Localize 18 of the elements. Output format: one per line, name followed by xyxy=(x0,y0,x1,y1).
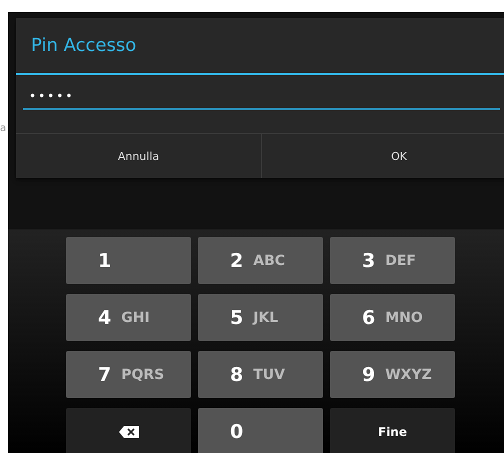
digit-key[interactable]: 8 TUV xyxy=(198,351,323,398)
digit-key[interactable]: 3 DEF xyxy=(330,237,455,284)
background-text: a xyxy=(0,122,8,136)
digit-key[interactable]: 5 JKL xyxy=(198,294,323,341)
backspace-icon xyxy=(118,426,138,438)
digit-key[interactable]: 9 WXYZ xyxy=(330,351,455,398)
digit-key[interactable]: 6 MNO xyxy=(330,294,455,341)
done-key[interactable]: Fine xyxy=(330,408,455,453)
cancel-button[interactable]: Annulla xyxy=(16,134,261,178)
backspace-key[interactable] xyxy=(66,408,191,453)
dialog-title: Pin Accesso xyxy=(16,18,504,75)
pin-field[interactable]: ••••• xyxy=(23,84,500,110)
ok-button[interactable]: OK xyxy=(261,134,504,178)
digit-key[interactable]: 7 PQRS xyxy=(66,351,191,398)
digit-key[interactable]: 4 GHI xyxy=(66,294,191,341)
digit-key[interactable]: 0 xyxy=(198,408,323,453)
digit-key[interactable]: 1 xyxy=(66,237,191,284)
digit-key[interactable]: 2 ABC xyxy=(198,237,323,284)
